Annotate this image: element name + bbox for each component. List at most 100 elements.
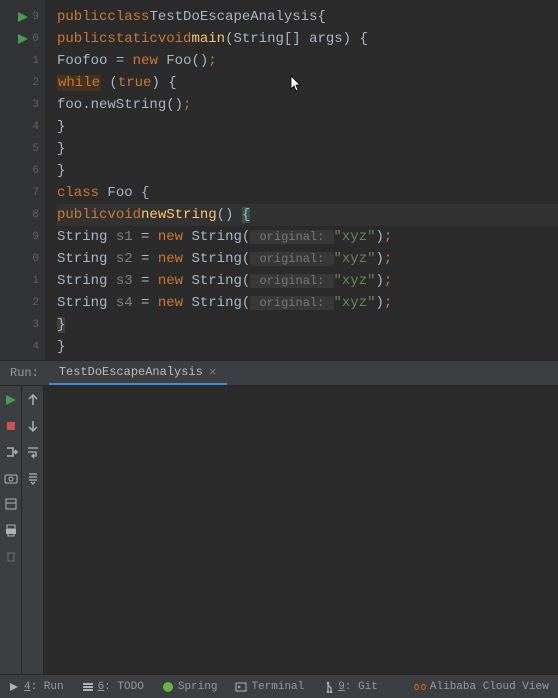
op: =	[107, 53, 132, 69]
brace-caret: }	[57, 317, 65, 333]
keyword: void	[158, 31, 192, 47]
close-tab-icon[interactable]: ×	[209, 365, 217, 380]
brace: }	[57, 141, 65, 157]
keyword: public	[57, 207, 107, 223]
keyword: class	[57, 185, 99, 201]
keyword: class	[107, 9, 149, 25]
code-content[interactable]: public class TestDoEscapeAnalysis { publ…	[45, 0, 558, 360]
line-number: 6	[0, 160, 45, 182]
status-todo-button[interactable]: 6: TODO	[82, 681, 144, 693]
run-method-icon[interactable]	[18, 28, 38, 50]
run-console-panel	[0, 386, 558, 674]
string: "xyz"	[334, 295, 376, 311]
op: =	[133, 251, 158, 267]
semi: ;	[208, 53, 216, 69]
keyword: new	[158, 251, 183, 267]
soft-wrap-icon[interactable]	[25, 444, 41, 460]
variable: foo	[82, 53, 107, 69]
line-number: 7	[0, 182, 45, 204]
camera-icon[interactable]	[3, 470, 19, 486]
rerun-icon[interactable]	[3, 392, 19, 408]
line-number: 3	[0, 314, 45, 336]
console-output[interactable]	[44, 386, 558, 674]
type: String	[57, 295, 116, 311]
line-number: 1	[0, 50, 45, 72]
down-arrow-icon[interactable]	[25, 418, 41, 434]
paren: ()	[217, 207, 242, 223]
line-number: 8	[0, 204, 45, 226]
keyword: new	[158, 229, 183, 245]
code-editor[interactable]: 9 0 1 2 3 4 5 6 7 8 9 0 1 2 3 4 public c…	[0, 0, 558, 360]
keyword: public	[57, 9, 107, 25]
line-number: 2	[0, 292, 45, 314]
brace: }	[57, 163, 65, 179]
line-number: 4	[0, 116, 45, 138]
op: =	[133, 273, 158, 289]
run-config-tab[interactable]: TestDoEscapeAnalysis ×	[49, 361, 227, 385]
type: Foo	[57, 53, 82, 69]
status-bar: 4: Run 6: TODO Spring Terminal 9: Git Al…	[0, 674, 558, 698]
paren: )	[376, 251, 384, 267]
keyword: void	[107, 207, 141, 223]
variable: s1	[116, 229, 133, 245]
run-tabs-bar: Run: TestDoEscapeAnalysis ×	[0, 360, 558, 386]
keyword-while: while	[57, 75, 101, 91]
call: String(	[183, 273, 250, 289]
call: String(	[183, 251, 250, 267]
param-hint: original:	[250, 230, 333, 244]
status-run-button[interactable]: 4: Run	[8, 681, 64, 693]
semi: ;	[384, 251, 392, 267]
paren: )	[376, 295, 384, 311]
trash-icon[interactable]	[3, 548, 19, 564]
variable: s4	[116, 295, 133, 311]
paren: (	[101, 75, 118, 91]
line-number: 4	[0, 336, 45, 358]
brace: }	[57, 119, 65, 135]
keyword: public	[57, 31, 107, 47]
stop-icon[interactable]	[3, 418, 19, 434]
paren: )	[376, 273, 384, 289]
exit-icon[interactable]	[3, 444, 19, 460]
paren: ) {	[151, 75, 176, 91]
string: "xyz"	[334, 251, 376, 267]
literal: true	[118, 75, 152, 91]
status-git-button[interactable]: 9: Git	[322, 681, 378, 693]
up-arrow-icon[interactable]	[25, 392, 41, 408]
semi: ;	[384, 229, 392, 245]
status-alibaba-button[interactable]: Alibaba Cloud View	[414, 681, 549, 693]
param-hint: original:	[250, 296, 333, 310]
params: (String[] args) {	[225, 31, 368, 47]
layout-icon[interactable]	[3, 496, 19, 512]
run-panel-label: Run:	[0, 366, 49, 380]
line-number: 3	[0, 94, 45, 116]
keyword: new	[133, 53, 158, 69]
paren: )	[376, 229, 384, 245]
line-number: 1	[0, 270, 45, 292]
param-hint: original:	[250, 274, 333, 288]
call: String(	[183, 295, 250, 311]
status-spring-button[interactable]: Spring	[162, 681, 218, 693]
print-icon[interactable]	[3, 522, 19, 538]
brace: {	[317, 9, 325, 25]
type: String	[57, 229, 116, 245]
run-toolbar-primary	[0, 386, 22, 674]
class-name: Foo {	[99, 185, 149, 201]
variable: s2	[116, 251, 133, 267]
variable: s3	[116, 273, 133, 289]
param-hint: original:	[250, 252, 333, 266]
string: "xyz"	[334, 273, 376, 289]
run-class-icon[interactable]	[18, 6, 38, 28]
line-number: 0	[0, 248, 45, 270]
keyword: new	[158, 295, 183, 311]
scroll-end-icon[interactable]	[25, 470, 41, 486]
semi: ;	[183, 97, 191, 113]
line-number-gutter: 9 0 1 2 3 4 5 6 7 8 9 0 1 2 3 4	[0, 0, 45, 360]
method-name: main	[191, 31, 225, 47]
keyword: new	[158, 273, 183, 289]
status-terminal-button[interactable]: Terminal	[235, 681, 304, 693]
semi: ;	[384, 295, 392, 311]
call: foo.newString()	[57, 97, 183, 113]
line-number: 9	[0, 226, 45, 248]
type: String	[57, 273, 116, 289]
op: =	[133, 229, 158, 245]
